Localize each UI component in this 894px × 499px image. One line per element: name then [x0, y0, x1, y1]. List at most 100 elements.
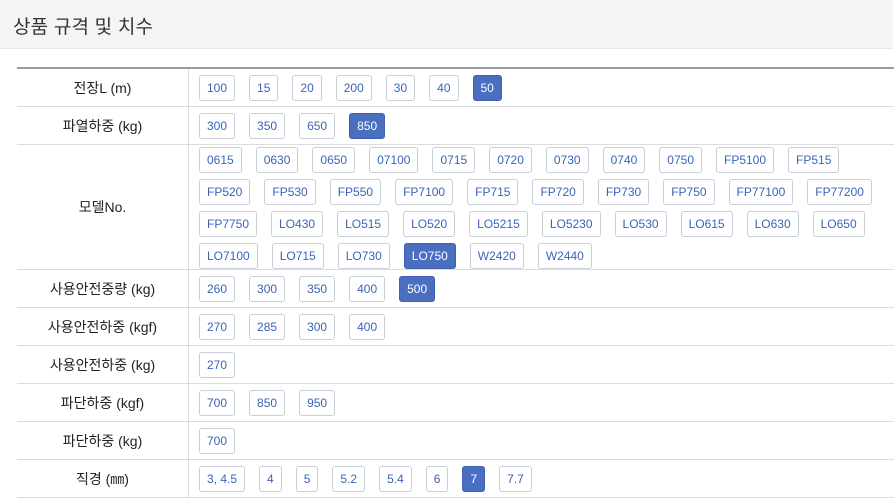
option-button[interactable]: 700 [199, 428, 236, 454]
option-button[interactable]: FP5100 [716, 146, 775, 173]
option-button[interactable]: FP715 [467, 178, 519, 205]
option-button[interactable]: LO530 [614, 210, 667, 237]
spec-row-model-no: 모델No. 0615 0630 0650 07100 0715 0720 0730 0740 07… [17, 145, 894, 270]
option-button[interactable]: 07100 [369, 146, 419, 173]
option-button[interactable]: 500 [399, 276, 436, 302]
option-button[interactable]: 0720 [489, 146, 532, 173]
option-button[interactable]: 270 [199, 352, 236, 378]
spec-label: 파단하중 (kg) [17, 422, 189, 459]
page-title: 상품 규격 및 치수 [13, 17, 154, 38]
option-button[interactable]: 400 [349, 314, 386, 340]
option-button[interactable]: 0650 [312, 146, 356, 173]
spec-label: 사용안전하중 (kgf) [17, 308, 189, 345]
option-button[interactable]: 50 [472, 75, 502, 101]
option-button[interactable]: LO7100 [199, 242, 258, 269]
option-button[interactable]: LO5230 [541, 210, 601, 237]
option-button[interactable]: FP530 [264, 178, 316, 205]
option-button[interactable]: 0730 [545, 146, 589, 173]
option-button[interactable]: 40 [429, 75, 459, 101]
option-button[interactable]: FP750 [663, 178, 715, 205]
option-button[interactable]: 270 [199, 314, 236, 340]
spec-row-safe-load-kg: 사용안전하중 (kg) 270 [17, 346, 894, 384]
option-button[interactable]: FP7100 [395, 178, 454, 205]
option-button[interactable]: 7.7 [499, 466, 532, 492]
option-button[interactable]: 400 [349, 276, 386, 302]
option-button[interactable]: 350 [249, 113, 286, 139]
option-button[interactable]: 30 [385, 75, 416, 101]
option-button[interactable]: 650 [299, 113, 336, 139]
option-button[interactable]: FP520 [199, 178, 251, 205]
option-button[interactable]: FP77100 [728, 178, 794, 205]
spec-label: 사용안전하중 (kg) [17, 346, 189, 383]
spec-table: 전장L (m) 100 15 20 200 30 40 50 파열하중 (kg) 300 350 65… [17, 67, 894, 498]
option-button[interactable]: 200 [335, 75, 372, 101]
option-button[interactable]: 15 [249, 75, 279, 101]
page-header: 상품 규격 및 치수 [0, 0, 893, 49]
option-button[interactable]: 5.2 [332, 466, 366, 492]
spec-row-break-load-kgf: 파단하중 (kgf) 700 850 950 [17, 384, 894, 422]
spec-row-safe-weight: 사용안전중량 (kg) 260 300 350 400 500 [17, 270, 894, 308]
option-button[interactable]: 7 [462, 466, 486, 492]
option-list: 300 350 650 850 [189, 107, 894, 144]
spec-label: 모델No. [17, 145, 189, 269]
option-button[interactable]: FP550 [329, 178, 382, 205]
option-button[interactable]: 950 [299, 390, 336, 416]
option-button[interactable]: 20 [292, 75, 322, 101]
option-button[interactable]: LO730 [337, 242, 390, 269]
spec-label: 파열하중 (kg) [17, 107, 189, 144]
spec-row-length: 전장L (m) 100 15 20 200 30 40 50 [17, 69, 894, 107]
option-button[interactable]: LO715 [271, 242, 324, 269]
option-list: 3, 4.5 4 5 5.2 5.4 6 7 7.7 [189, 460, 894, 497]
option-button[interactable]: LO615 [680, 210, 733, 237]
option-button[interactable]: 300 [249, 276, 286, 302]
option-button[interactable]: 3, 4.5 [199, 466, 246, 492]
option-button[interactable]: LO515 [337, 210, 390, 237]
option-button[interactable]: 5 [295, 466, 319, 492]
option-list: 100 15 20 200 30 40 50 [189, 69, 894, 106]
option-button[interactable]: 5.4 [379, 466, 412, 492]
option-button[interactable]: LO430 [271, 210, 324, 237]
option-button[interactable]: 4 [259, 466, 282, 492]
option-button[interactable]: 0615 [199, 146, 242, 173]
spec-row-safe-load-kgf: 사용안전하중 (kgf) 270 285 300 400 [17, 308, 894, 346]
option-button[interactable]: LO5215 [469, 210, 528, 237]
spec-label: 직경 (㎜) [17, 460, 189, 497]
option-button[interactable]: LO520 [403, 210, 456, 237]
option-button[interactable]: 0715 [432, 146, 476, 173]
option-button[interactable]: 850 [249, 390, 286, 416]
option-button[interactable]: FP730 [597, 178, 650, 205]
option-button[interactable]: 0740 [602, 146, 646, 173]
option-button[interactable]: W2420 [469, 242, 524, 269]
option-button[interactable]: 0630 [255, 146, 299, 173]
spec-label: 파단하중 (kgf) [17, 384, 189, 421]
option-button[interactable]: 850 [349, 113, 386, 139]
spec-row-break-load-kg: 파단하중 (kg) 700 [17, 422, 894, 460]
option-button[interactable]: 6 [425, 466, 449, 492]
option-button[interactable]: 300 [199, 113, 236, 139]
option-list: 700 [189, 422, 894, 459]
option-button[interactable]: W2440 [537, 242, 592, 269]
option-button[interactable]: LO630 [746, 210, 799, 237]
option-button[interactable]: LO750 [403, 242, 456, 269]
spec-label: 사용안전중량 (kg) [17, 270, 189, 307]
option-button[interactable]: FP77200 [807, 178, 872, 205]
option-button[interactable]: 700 [199, 390, 236, 416]
spec-row-burst-load: 파열하중 (kg) 300 350 650 850 [17, 107, 894, 145]
option-button[interactable]: FP7750 [199, 210, 258, 237]
option-button[interactable]: 300 [299, 314, 336, 340]
option-button[interactable]: FP515 [788, 146, 840, 173]
option-button[interactable]: 260 [199, 276, 236, 302]
option-button[interactable]: FP720 [532, 178, 584, 205]
option-button[interactable]: 0750 [659, 146, 702, 173]
option-button[interactable]: LO650 [812, 210, 865, 237]
option-list: 270 285 300 400 [189, 308, 894, 345]
option-button[interactable]: 350 [299, 276, 336, 302]
option-button[interactable]: 285 [249, 314, 286, 340]
spec-row-diameter: 직경 (㎜) 3, 4.5 4 5 5.2 5.4 6 7 7.7 [17, 460, 894, 498]
option-list: 0615 0630 0650 07100 0715 0720 0730 0740 0750 FP5… [189, 145, 894, 269]
option-button[interactable]: 100 [199, 75, 236, 101]
option-list: 260 300 350 400 500 [189, 270, 894, 307]
option-list: 700 850 950 [189, 384, 894, 421]
option-list: 270 [189, 346, 894, 383]
spec-label: 전장L (m) [17, 69, 189, 106]
